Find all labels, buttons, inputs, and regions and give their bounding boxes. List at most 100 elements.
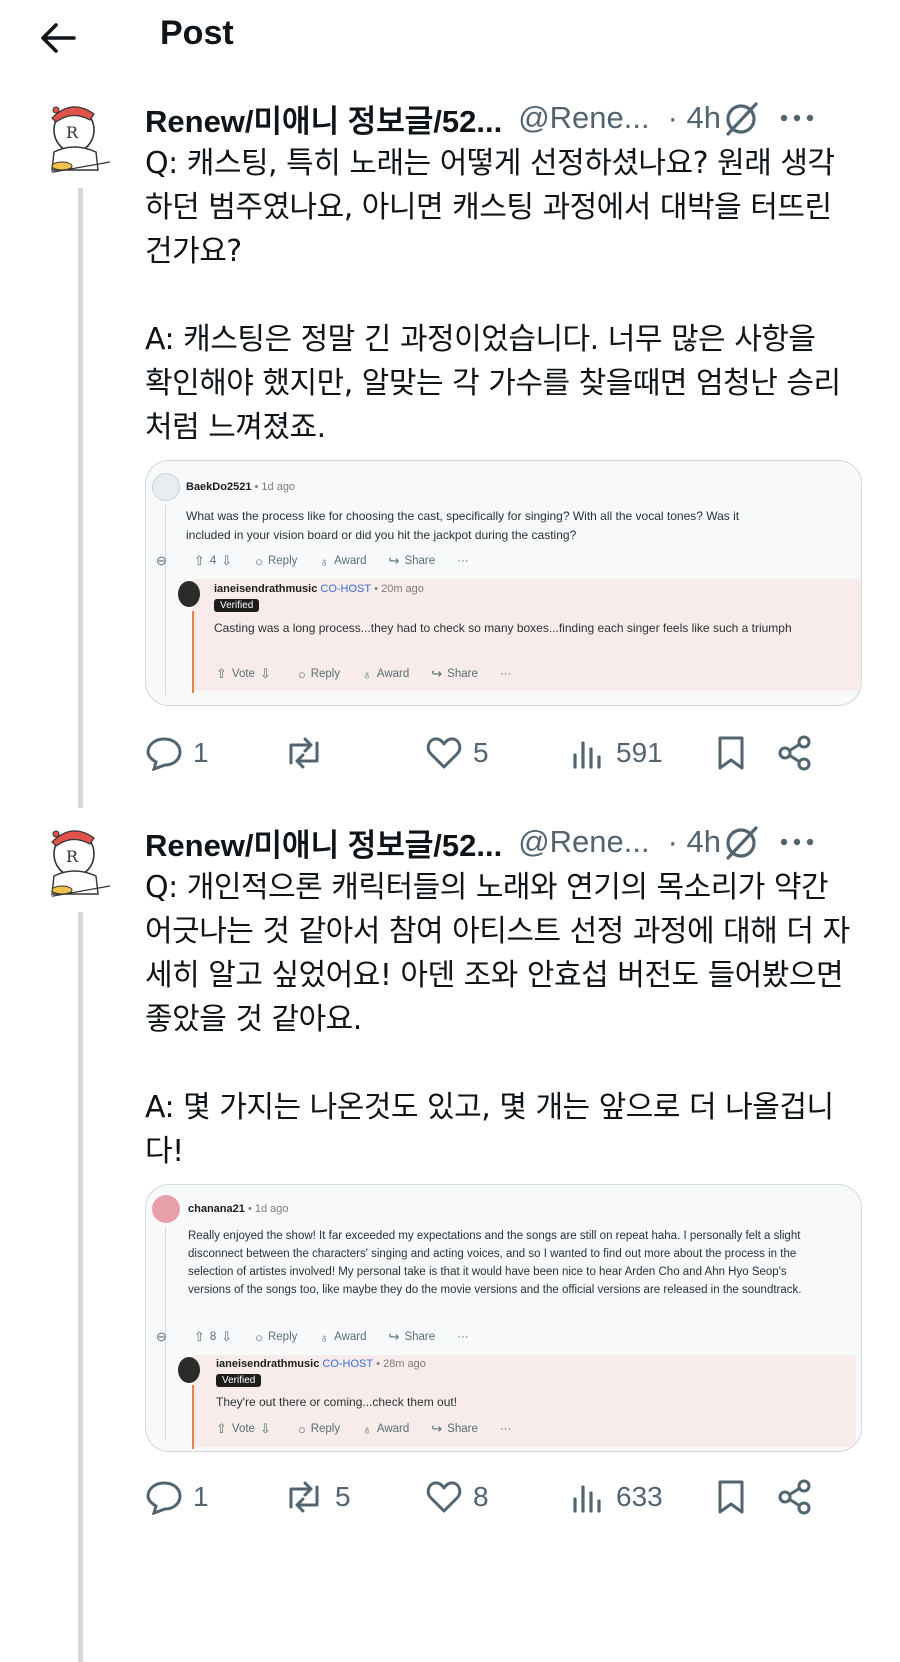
comment-award-label: Award xyxy=(334,555,367,567)
comment-thread-line xyxy=(165,505,166,695)
reply-award-button[interactable]: ♁ Award xyxy=(362,1422,409,1437)
views-icon xyxy=(573,1485,601,1513)
views-count: 591 xyxy=(616,737,663,768)
speech-bubble-icon: ○ xyxy=(255,1329,263,1345)
more-icon[interactable] xyxy=(774,98,820,138)
embedded-image[interactable]: BaekDo2521 • 1d ago What was the process… xyxy=(145,460,862,706)
svg-text:R: R xyxy=(66,847,79,866)
comment-reply-button[interactable]: ○ Reply xyxy=(255,554,297,569)
post-time[interactable]: · 4h xyxy=(668,824,721,860)
repost-count: 5 xyxy=(335,1481,351,1512)
share-icon xyxy=(778,1479,811,1515)
avatar[interactable]: R xyxy=(34,820,118,904)
post[interactable]: R Renew/미애니 정보글/52... @Rene... · 4h Q: 개… xyxy=(0,820,900,1662)
comment-share-button[interactable]: ↪ Share xyxy=(389,1329,436,1345)
repost-icon xyxy=(289,737,319,769)
commenter-name[interactable]: chanana21 xyxy=(188,1203,245,1215)
author-handle[interactable]: @Rene... xyxy=(518,824,649,860)
comment-award-button[interactable]: ♁ Award xyxy=(319,554,366,569)
reply-actions: ⇧ Vote ⇩ ○ Reply ♁ Award ↪ Share ··· xyxy=(216,1421,533,1437)
commenter-avatar xyxy=(152,1195,180,1223)
bookmark-button[interactable] xyxy=(715,728,757,778)
svg-text:R: R xyxy=(66,123,79,142)
back-arrow-icon[interactable] xyxy=(38,20,78,56)
share-arrow-icon: ↪ xyxy=(431,666,443,681)
more-icon[interactable] xyxy=(774,822,820,862)
comment-age: • 1d ago xyxy=(254,481,296,493)
share-button[interactable] xyxy=(777,1472,823,1522)
comment-more-button[interactable]: ··· xyxy=(457,555,469,567)
post-text: Q: 개인적으론 캐릭터들의 노래와 연기의 목소리가 약간 어긋나는 것 같아… xyxy=(145,870,850,1169)
reply-share-button[interactable]: ↪ Share xyxy=(431,1421,478,1437)
grok-icon[interactable] xyxy=(720,822,762,864)
bookmark-button[interactable] xyxy=(715,1472,757,1522)
comment-share-button[interactable]: ↪ Share xyxy=(389,553,436,569)
reply-share-label: Share xyxy=(447,1423,478,1435)
post[interactable]: R Renew/미애니 정보글/52... @Rene... · 4h Q: 캐… xyxy=(0,96,900,808)
cohost-badge: CO-HOST xyxy=(322,1358,374,1370)
share-icon xyxy=(778,735,811,771)
reply-author-line: ianeisendrathmusic CO-HOST • 20m ago xyxy=(214,583,424,595)
author-name[interactable]: Renew/미애니 정보글/52... xyxy=(145,820,502,865)
reply-avatar xyxy=(178,1357,200,1383)
comment-award-label: Award xyxy=(334,1331,367,1343)
bookmark-icon xyxy=(718,736,744,770)
like-button[interactable]: 5 xyxy=(425,728,489,778)
vote-count: 4 xyxy=(209,555,217,567)
reply-vote-button[interactable]: ⇧ Vote ⇩ xyxy=(216,666,276,682)
avatar[interactable]: R xyxy=(34,96,118,180)
reply-accent-bar xyxy=(192,611,194,693)
author-name[interactable]: Renew/미애니 정보글/52... xyxy=(145,96,502,141)
views-button[interactable]: 633 xyxy=(570,1472,663,1522)
reply-vote-button[interactable]: ⇧ Vote ⇩ xyxy=(216,1421,276,1437)
vote-control[interactable]: ⇧ 8 ⇩ xyxy=(194,1329,237,1345)
reply-text: Casting was a long process...they had to… xyxy=(214,621,792,635)
commenter-name[interactable]: BaekDo2521 xyxy=(186,481,251,493)
repost-button[interactable]: 5 xyxy=(283,1472,351,1522)
reply-button[interactable]: 1 xyxy=(145,728,209,778)
reply-award-label: Award xyxy=(376,1423,410,1435)
reply-more-button[interactable]: ··· xyxy=(500,1423,512,1435)
comment-share-label: Share xyxy=(404,1331,436,1343)
comment-reply-button[interactable]: ○ Reply xyxy=(255,1330,297,1345)
author-handle[interactable]: @Rene... xyxy=(518,100,649,136)
repost-icon xyxy=(289,1481,319,1513)
like-icon xyxy=(426,737,462,769)
reply-text: They're out there or coming...check them… xyxy=(216,1395,458,1409)
reply-award-label: Award xyxy=(376,668,410,680)
reply-more-button[interactable]: ··· xyxy=(500,668,512,680)
grok-icon[interactable] xyxy=(720,98,762,140)
post-actions: 1 5 8 633 xyxy=(145,1472,870,1522)
vote-control[interactable]: ⇧ 4 ⇩ xyxy=(194,553,237,569)
reply-reply-button[interactable]: ○ Reply xyxy=(298,667,340,682)
reply-award-button[interactable]: ♁ Award xyxy=(362,667,409,682)
repost-button[interactable] xyxy=(283,728,335,778)
views-icon xyxy=(573,741,601,769)
comment-age: • 1d ago xyxy=(247,1203,289,1215)
views-button[interactable]: 591 xyxy=(570,728,663,778)
collapse-icon[interactable]: ⊖ xyxy=(156,553,172,569)
reply-reply-button[interactable]: ○ Reply xyxy=(298,1422,340,1437)
award-icon: ♁ xyxy=(362,1421,372,1437)
reply-button[interactable]: 1 xyxy=(145,1472,209,1522)
share-button[interactable] xyxy=(777,728,823,778)
verified-row: Verified xyxy=(216,1374,262,1387)
page-title: Post xyxy=(160,14,234,52)
like-button[interactable]: 8 xyxy=(425,1472,489,1522)
verified-badge: Verified xyxy=(216,1374,262,1387)
reply-author-name[interactable]: ianeisendrathmusic xyxy=(216,1358,319,1370)
speech-bubble-icon: ○ xyxy=(297,666,306,682)
cohost-badge: CO-HOST xyxy=(320,583,372,595)
comment-more-button[interactable]: ··· xyxy=(457,1331,469,1343)
reply-author-line: ianeisendrathmusic CO-HOST • 28m ago xyxy=(216,1358,426,1370)
like-count: 8 xyxy=(473,1481,489,1512)
collapse-icon[interactable]: ⊖ xyxy=(156,1329,172,1345)
share-arrow-icon: ↪ xyxy=(388,553,400,568)
embedded-image[interactable]: chanana21 • 1d ago Really enjoyed the sh… xyxy=(145,1184,862,1452)
commenter-line: chanana21 • 1d ago xyxy=(188,1203,289,1215)
post-time[interactable]: · 4h xyxy=(668,100,721,136)
reply-author-name[interactable]: ianeisendrathmusic xyxy=(214,583,317,595)
comment-award-button[interactable]: ♁ Award xyxy=(319,1330,366,1345)
award-icon: ♁ xyxy=(362,666,372,682)
reply-share-button[interactable]: ↪ Share xyxy=(431,666,478,682)
